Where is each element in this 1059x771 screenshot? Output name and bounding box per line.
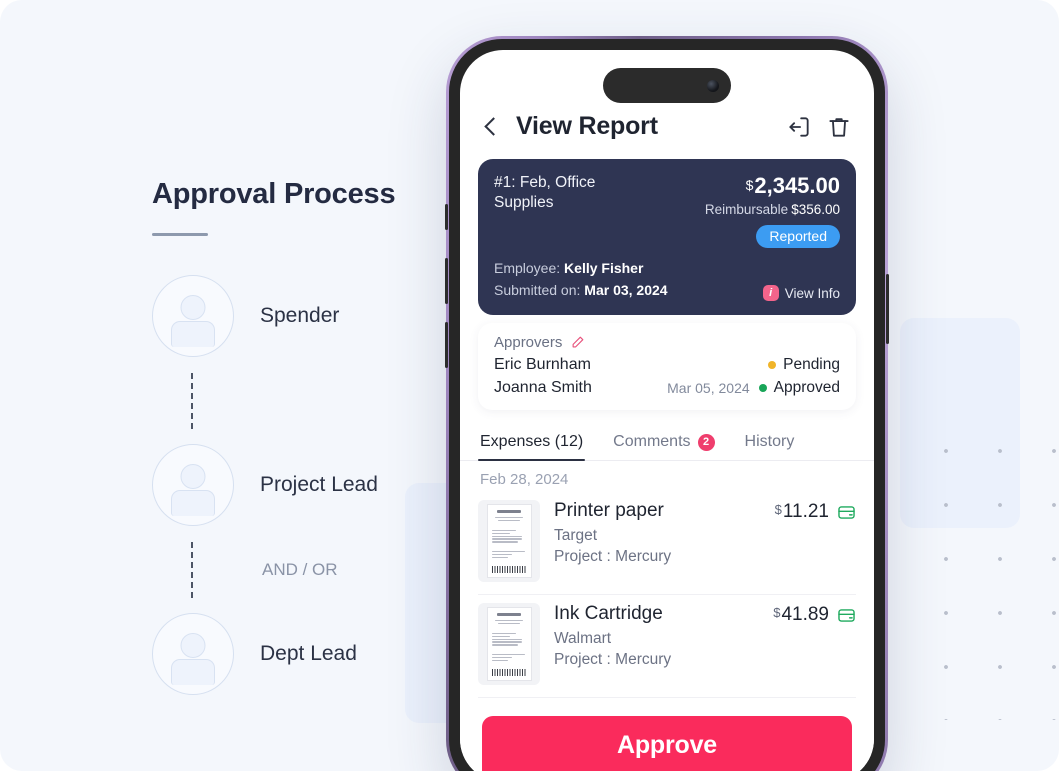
flow-connector-2: AND / OR <box>152 527 452 612</box>
flow-step-spender[interactable]: Spender <box>152 274 452 358</box>
expense-row[interactable]: Printer paper Target Project : Mercury $… <box>478 492 856 596</box>
status-dot <box>758 384 767 393</box>
trash-icon[interactable] <box>826 114 852 140</box>
receipt-thumbnail[interactable] <box>478 500 540 583</box>
approver-status: Pending <box>783 356 840 374</box>
submitted-date: Mar 03, 2024 <box>584 281 668 298</box>
expense-title: Printer paper <box>554 500 664 522</box>
front-camera-icon <box>707 79 719 92</box>
report-summary-card[interactable]: #1: Feb, Office Supplies $2,345.00 Reimb… <box>478 159 856 316</box>
export-icon[interactable] <box>786 114 812 140</box>
dashed-line <box>191 541 193 598</box>
approvers-heading: Approvers <box>494 334 563 352</box>
approval-process-diagram: Approval Process Spender Project Lead AN… <box>152 178 452 696</box>
person-icon <box>152 444 234 526</box>
flow-steps: Spender Project Lead AND / OR Dept Lead <box>152 274 452 696</box>
amount-value: 41.89 <box>781 604 829 626</box>
expense-title: Ink Cartridge <box>554 603 663 625</box>
phone-power-button[interactable] <box>886 274 889 344</box>
flow-step-project-lead[interactable]: Project Lead <box>152 443 452 527</box>
chevron-left-icon[interactable] <box>480 116 502 138</box>
reimbursable-label: Reimbursable <box>704 202 789 217</box>
approver-status: Approved <box>773 379 840 397</box>
expense-merchant: Walmart <box>554 630 612 648</box>
person-icon <box>152 275 234 357</box>
approver-row[interactable]: Joanna Smith Mar 05, 2024 Approved <box>494 379 840 397</box>
flow-connector-1 <box>152 358 452 443</box>
dynamic-island <box>603 68 731 103</box>
flow-step-label: Dept Lead <box>260 642 357 665</box>
tab-history[interactable]: History <box>743 424 797 460</box>
date-group-header: Feb 28, 2024 <box>480 471 569 489</box>
expense-project: Project : Mercury <box>554 651 672 669</box>
submitted-label: Submitted on: <box>494 281 581 298</box>
flow-step-label: Project Lead <box>260 473 378 496</box>
report-name: #1: Feb, Office Supplies <box>494 174 596 212</box>
currency-symbol: $ <box>745 177 754 193</box>
tab-comments[interactable]: Comments 2 <box>611 424 716 460</box>
screen-title: View Report <box>516 112 658 140</box>
flow-step-dept-lead[interactable]: Dept Lead <box>152 612 452 696</box>
approver-name: Joanna Smith <box>494 379 592 397</box>
report-meta: Employee: Kelly Fisher Submitted on: Mar… <box>494 258 668 301</box>
tab-expenses[interactable]: Expenses (12) <box>478 424 586 462</box>
phone-screen: View Report #1: Feb, Office Supplies $2,… <box>460 50 874 771</box>
screenshot-canvas: Approval Process Spender Project Lead AN… <box>0 0 1059 771</box>
phone-bezel: View Report #1: Feb, Office Supplies $2,… <box>449 39 885 771</box>
employee-name: Kelly Fisher <box>564 260 644 276</box>
expense-row[interactable]: Ink Cartridge Walmart Project : Mercury … <box>478 595 856 699</box>
expense-list: Feb 28, 2024 Printer paper Target Projec… <box>460 461 874 699</box>
phone-volume-up-button[interactable] <box>445 258 448 304</box>
expense-merchant: Target <box>554 527 598 545</box>
receipt-thumbnail[interactable] <box>478 603 540 686</box>
tab-label: Expenses (12) <box>480 433 584 451</box>
amount-value: 11.21 <box>782 501 829 523</box>
info-icon: i <box>762 285 779 302</box>
report-total-amount: $2,345.00 <box>705 173 840 199</box>
expense-amount: $41.89 <box>773 604 829 626</box>
expense-amount: $11.21 <box>775 501 829 523</box>
reimbursable-line: Reimbursable $356.00 <box>705 202 840 217</box>
approver-row[interactable]: Eric Burnham Pending <box>494 356 840 374</box>
pencil-icon[interactable] <box>570 335 585 350</box>
status-badge: Reported <box>756 225 840 248</box>
title-divider <box>152 233 208 236</box>
card-icon <box>838 609 855 622</box>
approve-button[interactable]: Approve <box>482 716 852 771</box>
phone-frame: View Report #1: Feb, Office Supplies $2,… <box>445 36 889 771</box>
view-info-label: View Info <box>784 285 840 301</box>
footer-action-bar: Approve <box>460 702 874 771</box>
phone-mute-switch[interactable] <box>445 204 448 230</box>
approver-date: Mar 05, 2024 <box>667 380 750 397</box>
flow-step-label: Spender <box>260 304 340 327</box>
card-icon <box>838 506 855 519</box>
status-dot <box>768 361 777 370</box>
currency-symbol: $ <box>773 605 781 621</box>
tab-label: History <box>744 433 795 451</box>
phone-volume-down-button[interactable] <box>445 322 448 368</box>
dashed-line <box>191 372 193 429</box>
dot-grid-right <box>915 420 1059 720</box>
reimbursable-amount: $356.00 <box>791 202 840 217</box>
person-icon <box>152 613 234 695</box>
approver-name: Eric Burnham <box>494 356 591 374</box>
comments-count-badge: 2 <box>697 433 715 451</box>
approvers-card: Approvers Eric Burnham Pending Joanna Sm… <box>478 323 856 411</box>
phone-mockup: View Report #1: Feb, Office Supplies $2,… <box>445 36 889 771</box>
connector-label: AND / OR <box>262 559 338 579</box>
amount-value: 2,345.00 <box>754 173 840 198</box>
tab-bar: Expenses (12) Comments 2 History <box>460 424 874 462</box>
view-info-button[interactable]: i View Info <box>762 285 840 302</box>
expense-project: Project : Mercury <box>554 548 672 566</box>
page-title: Approval Process <box>152 178 396 210</box>
currency-symbol: $ <box>774 502 782 518</box>
tab-label: Comments <box>613 433 691 451</box>
employee-label: Employee: <box>494 260 561 276</box>
